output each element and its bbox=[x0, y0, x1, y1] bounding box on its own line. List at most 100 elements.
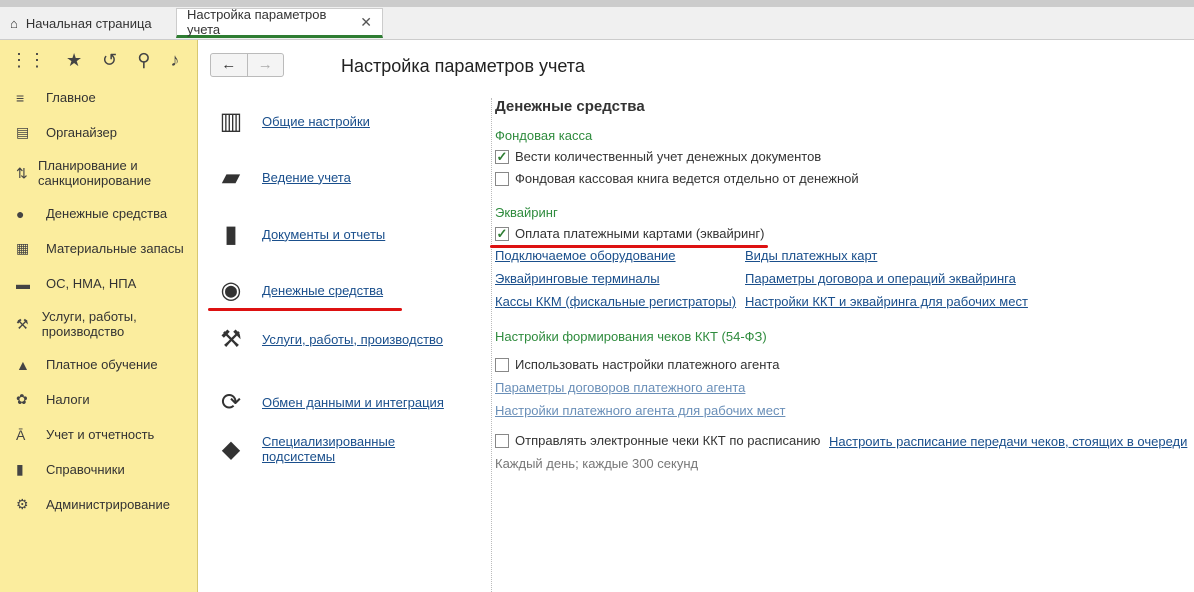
main-area: ← → Настройка параметров учета ▥ Общие нас… bbox=[198, 40, 1194, 592]
menu-item[interactable]: ▰ Ведение учета bbox=[208, 158, 351, 196]
sidebar-item-label: Органайзер bbox=[46, 125, 117, 140]
cubes-icon: ◆ bbox=[221, 435, 241, 463]
sync-icon: ⟳ bbox=[220, 388, 242, 416]
menu-link[interactable]: Специализированные подсистемы bbox=[262, 434, 452, 464]
sidebar-item[interactable]: ▮ Справочники bbox=[0, 452, 197, 487]
sidebar-item[interactable]: ▬ ОС, НМА, НПА bbox=[0, 266, 197, 301]
checkbox-box[interactable] bbox=[495, 357, 509, 372]
link-agent-workplaces[interactable]: Настройки платежного агента для рабочих … bbox=[495, 403, 785, 418]
menu-item[interactable]: ▥ Общие настройки bbox=[208, 102, 370, 140]
tab-label: Настройка параметров учета bbox=[187, 7, 327, 37]
menu-item[interactable]: ◉ Денежные средства bbox=[208, 271, 384, 309]
sidebar-item[interactable]: ▲ Платное обучение bbox=[0, 347, 197, 382]
checkbox-label: Фондовая кассовая книга ведется отдельно… bbox=[515, 171, 859, 186]
apps-icon[interactable]: ⋮⋮ bbox=[10, 50, 46, 71]
sidebar-item-label: Планирование и санкционирование bbox=[38, 158, 152, 188]
money-icon: ● bbox=[16, 205, 25, 222]
tab-label: Начальная страница bbox=[25, 15, 152, 31]
sidebar-item-label: Налоги bbox=[46, 392, 90, 407]
tab-bar: ⌂ Начальная страница Настройка параметров… bbox=[0, 0, 1194, 40]
link-acquiring-params[interactable]: Параметры договора и операций эквайринга bbox=[745, 271, 1016, 286]
back-button[interactable]: ← bbox=[211, 54, 247, 76]
menu-item[interactable]: ◆ Специализированные подсистемы bbox=[208, 430, 452, 468]
menu-link[interactable]: Денежные средства bbox=[262, 283, 383, 298]
checkbox-box[interactable] bbox=[495, 433, 509, 448]
home-icon: ⌂ bbox=[10, 15, 18, 31]
menu-link[interactable]: Документы и отчеты bbox=[262, 227, 385, 242]
sidebar-item[interactable]: ▦ Материальные запасы bbox=[0, 231, 197, 266]
link-kkm[interactable]: Кассы ККМ (фискальные регистраторы) bbox=[495, 294, 736, 309]
menu-item[interactable]: ⟳ Обмен данными и интеграция bbox=[208, 383, 444, 421]
building-icon: ▥ bbox=[219, 107, 243, 135]
checkbox-schedule[interactable]: Отправлять электронные чеки ККТ по распи… bbox=[495, 433, 820, 448]
checkbox-label: Отправлять электронные чеки ККТ по распи… bbox=[515, 433, 821, 448]
bell-icon[interactable]: ♪ bbox=[170, 50, 179, 71]
checkbox-box[interactable]: ✓ bbox=[495, 226, 509, 241]
sidebar-item[interactable]: ● Денежные средства bbox=[0, 196, 197, 231]
star-icon[interactable]: ★ bbox=[66, 50, 82, 71]
money-panel: Денежные средства Фондовая касса ✓ Вести … bbox=[490, 98, 1194, 592]
taxes-icon: ✿ bbox=[16, 391, 28, 407]
stock-icon: ▦ bbox=[16, 240, 30, 256]
sidebar-item-label: Учет и отчетность bbox=[46, 427, 155, 442]
link-equipment[interactable]: Подключаемое оборудование bbox=[495, 248, 676, 263]
sidebar-item-label: Главное bbox=[46, 90, 96, 105]
sidebar-item[interactable]: ⚙ Администрирование bbox=[0, 487, 197, 522]
checkbox-agent[interactable]: Использовать настройки платежного агента bbox=[495, 357, 779, 372]
sidebar-item[interactable]: ⇅ Планирование и санкционирование bbox=[0, 150, 197, 196]
sidebar-item[interactable]: ▤ Органайзер bbox=[0, 115, 197, 150]
sidebar-item-label: Денежные средства bbox=[46, 206, 168, 221]
tab-home[interactable]: ⌂ Начальная страница bbox=[0, 8, 174, 38]
education-icon: ▲ bbox=[16, 356, 30, 373]
sidebar-item[interactable]: ⚒ Услуги, работы, производство bbox=[0, 301, 197, 347]
sidebar-item-label: Справочники bbox=[46, 462, 125, 477]
sidebar-item-label: Услуги, работы, производство bbox=[41, 309, 137, 339]
reporting-icon: Ā bbox=[16, 426, 26, 443]
sidebar-item[interactable]: ✿ Налоги bbox=[0, 382, 197, 417]
reference-icon: ▮ bbox=[16, 461, 24, 477]
link-kkt-settings[interactable]: Настройки ККТ и эквайринга для рабочих м… bbox=[745, 294, 1028, 309]
organizer-icon: ▤ bbox=[16, 124, 30, 140]
close-icon[interactable]: ✕ bbox=[360, 14, 372, 31]
checkbox-fund-book[interactable]: Фондовая кассовая книга ведется отдельно… bbox=[495, 171, 859, 186]
menu-item[interactable]: ⚒ Услуги, работы, производство bbox=[208, 320, 443, 358]
sidebar-item[interactable]: Ā Учет и отчетность bbox=[0, 417, 197, 452]
panel-heading: Денежные средства bbox=[495, 98, 645, 115]
menu-item[interactable]: ▮ Документы и отчеты bbox=[208, 215, 385, 253]
checkbox-box[interactable]: ✓ bbox=[495, 149, 509, 164]
forward-button[interactable]: → bbox=[246, 54, 284, 76]
gear-icon: ⚙ bbox=[16, 496, 29, 512]
checkbox-box[interactable] bbox=[495, 171, 509, 186]
checkbox-label: Использовать настройки платежного агента bbox=[515, 357, 780, 372]
folder-icon: ▰ bbox=[221, 163, 241, 191]
sidebar-item-label: Платное обучение bbox=[46, 357, 158, 372]
group-fund: Фондовая касса bbox=[495, 128, 593, 143]
checkbox-label: Оплата платежными картами (эквайринг) bbox=[515, 226, 765, 241]
services-icon: ⚒ bbox=[16, 315, 29, 332]
sidebar-item-label: Администрирование bbox=[46, 497, 170, 512]
checkbox-acquiring[interactable]: ✓ Оплата платежными картами (эквайринг) bbox=[495, 226, 764, 241]
checkbox-fund-count[interactable]: ✓ Вести количественный учет денежных доку… bbox=[495, 149, 821, 164]
menu-link[interactable]: Общие настройки bbox=[262, 114, 370, 129]
binder-icon: ▮ bbox=[224, 220, 238, 248]
page-title: Настройка параметров учета bbox=[341, 56, 585, 76]
menu-icon: ≡ bbox=[16, 89, 25, 106]
history-icon[interactable]: ↺ bbox=[102, 50, 117, 71]
schedule-note: Каждый день; каждые 300 секунд bbox=[495, 456, 699, 471]
link-agent-contracts[interactable]: Параметры договоров платежного агента bbox=[495, 380, 745, 395]
planning-icon: ⇅ bbox=[16, 164, 28, 181]
toolbox-icon: ⚒ bbox=[220, 325, 242, 353]
link-card-types[interactable]: Виды платежных карт bbox=[745, 248, 877, 263]
menu-link[interactable]: Обмен данными и интеграция bbox=[262, 395, 444, 410]
coins-icon: ◉ bbox=[220, 276, 242, 304]
menu-link[interactable]: Ведение учета bbox=[262, 170, 351, 185]
menu-link[interactable]: Услуги, работы, производство bbox=[262, 332, 443, 347]
sidebar-item[interactable]: ≡ Главное bbox=[0, 80, 197, 115]
search-icon[interactable]: ⚲ bbox=[137, 50, 150, 71]
truck-icon: ▬ bbox=[16, 275, 30, 292]
tab-settings[interactable]: Настройка параметров учета ✕ bbox=[176, 7, 383, 38]
group-kkt: Настройки формирования чеков ККТ (54-ФЗ) bbox=[495, 329, 767, 344]
link-schedule[interactable]: Настроить расписание передачи чеков, сто… bbox=[829, 434, 1187, 449]
sidebar: ⋮⋮ ★ ↺ ⚲ ♪ ≡ Главное ▤ Органайзер ⇅ Планирование … bbox=[0, 40, 198, 592]
link-terminals[interactable]: Эквайринговые терминалы bbox=[495, 271, 660, 286]
